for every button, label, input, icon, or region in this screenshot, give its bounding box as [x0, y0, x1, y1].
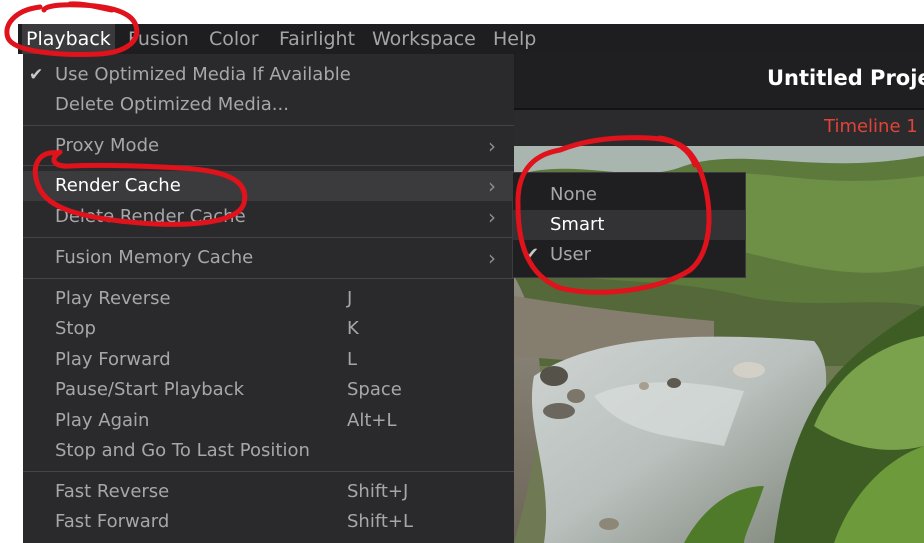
menu-item-pause-start-playback[interactable]: Pause/Start Playback Space	[23, 375, 514, 405]
shortcut-label: Shift+L	[347, 511, 414, 532]
timeline-name[interactable]: Timeline 1	[824, 116, 918, 137]
submenu-item-none[interactable]: None	[513, 180, 745, 210]
menu-item-play-again[interactable]: Play Again Alt+L	[23, 406, 514, 436]
menu-item-delete-render-cache[interactable]: Delete Render Cache ›	[23, 202, 514, 232]
menu-fairlight[interactable]: Fairlight	[275, 24, 359, 54]
menu-divider	[23, 125, 514, 126]
checkmark-icon: ✔	[524, 244, 540, 265]
menu-item-play-forward[interactable]: Play Forward L	[23, 345, 514, 375]
menu-item-use-optimized-media[interactable]: ✔ Use Optimized Media If Available	[23, 60, 514, 90]
playback-menu: ✔ Use Optimized Media If Available Delet…	[23, 54, 514, 543]
menu-divider	[23, 237, 514, 238]
menu-divider	[23, 165, 514, 166]
menu-color[interactable]: Color	[205, 24, 263, 54]
submenu-item-smart[interactable]: Smart	[513, 210, 745, 240]
chevron-right-icon: ›	[488, 174, 496, 198]
menu-fusion[interactable]: Fusion	[124, 24, 193, 54]
menu-item-fast-reverse[interactable]: Fast Reverse Shift+J	[23, 477, 514, 507]
menu-divider	[23, 471, 514, 472]
render-cache-submenu: None Smart ✔ User	[512, 172, 746, 278]
chevron-right-icon: ›	[488, 246, 496, 270]
menu-help[interactable]: Help	[489, 24, 540, 54]
project-title: Untitled Projec	[767, 66, 924, 90]
chevron-right-icon: ›	[488, 205, 496, 229]
menu-bar: Playback Fusion Color Fairlight Workspac…	[18, 24, 924, 54]
menu-workspace[interactable]: Workspace	[368, 24, 480, 54]
shortcut-label: Shift+J	[347, 481, 409, 502]
menu-item-proxy-mode[interactable]: Proxy Mode ›	[23, 131, 514, 161]
menu-item-render-cache[interactable]: Render Cache ›	[23, 171, 514, 201]
shortcut-label: J	[347, 288, 353, 309]
submenu-item-user[interactable]: ✔ User	[513, 240, 745, 270]
menu-item-delete-optimized-media[interactable]: Delete Optimized Media...	[23, 90, 514, 120]
shortcut-label: L	[347, 349, 358, 370]
shortcut-label: Alt+L	[347, 410, 397, 431]
menu-divider	[23, 278, 514, 279]
menu-playback[interactable]: Playback	[22, 24, 115, 54]
menu-item-play-reverse[interactable]: Play Reverse J	[23, 284, 514, 314]
checkmark-icon: ✔	[29, 65, 44, 85]
shortcut-label: Space	[347, 379, 402, 400]
menu-item-stop[interactable]: Stop K	[23, 314, 514, 344]
menu-item-fast-forward[interactable]: Fast Forward Shift+L	[23, 507, 514, 537]
menu-item-stop-and-go-to-last-position[interactable]: Stop and Go To Last Position	[23, 436, 514, 466]
chevron-right-icon: ›	[488, 134, 496, 158]
shortcut-label: K	[347, 318, 359, 339]
menu-item-fusion-memory-cache[interactable]: Fusion Memory Cache ›	[23, 243, 514, 273]
